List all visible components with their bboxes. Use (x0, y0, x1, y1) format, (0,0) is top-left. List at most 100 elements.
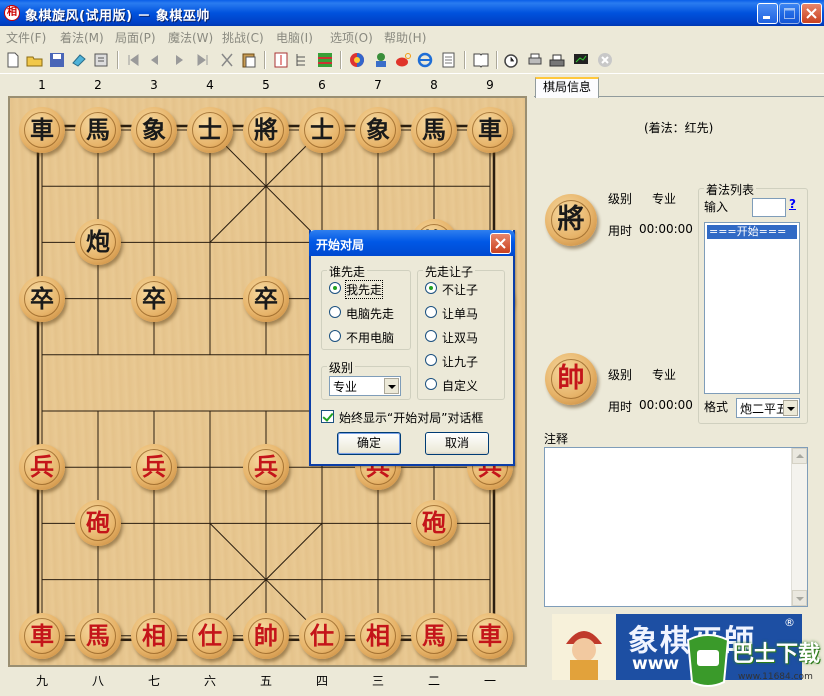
level-select[interactable]: 专业 (329, 376, 401, 396)
black-piece[interactable]: 炮 (75, 219, 121, 266)
cancel-button[interactable]: 取消 (425, 432, 489, 455)
red-piece[interactable]: 兵 (131, 444, 177, 491)
black-piece[interactable]: 士 (187, 107, 233, 153)
black-piece[interactable]: 卒 (243, 275, 289, 322)
format-select[interactable]: 炮二平五 (736, 398, 800, 418)
column-label-top: 3 (150, 78, 158, 92)
black-piece[interactable]: 卒 (131, 275, 177, 322)
help-link[interactable]: ? (789, 197, 796, 211)
red-piece[interactable]: 車 (19, 612, 65, 659)
menu-help[interactable]: 帮助(H) (384, 29, 426, 46)
maximize-button[interactable] (779, 3, 800, 24)
cut-icon[interactable] (218, 51, 236, 69)
save-icon[interactable] (48, 51, 66, 69)
chevron-down-icon[interactable] (384, 378, 399, 394)
who-first-radio[interactable] (329, 330, 341, 342)
menu-options[interactable]: 选项(O) (330, 29, 373, 46)
app-icon[interactable]: 相 (4, 5, 20, 21)
handicap-radio[interactable] (425, 306, 437, 318)
scroll-down-icon[interactable] (792, 590, 807, 606)
prev-move-icon[interactable] (146, 51, 164, 69)
red-piece[interactable]: 帥 (243, 612, 289, 659)
flip-icon[interactable] (272, 51, 290, 69)
handicap-radio[interactable] (425, 330, 437, 342)
handicap-option-label[interactable]: 让九子 (442, 353, 478, 370)
stop-icon[interactable] (596, 51, 614, 69)
menu-magic[interactable]: 魔法(W) (168, 29, 213, 46)
who-first-option-label[interactable]: 电脑先走 (346, 305, 394, 322)
red-piece[interactable]: 兵 (243, 444, 289, 491)
ie-icon[interactable] (416, 51, 434, 69)
who-first-radio[interactable] (329, 306, 341, 318)
handicap-option-label[interactable]: 自定义 (442, 377, 478, 394)
move-input[interactable] (752, 198, 786, 217)
who-first-radio[interactable] (329, 282, 341, 294)
close-button[interactable] (801, 3, 822, 24)
black-piece[interactable]: 馬 (411, 107, 457, 153)
menu-position[interactable]: 局面(P) (115, 29, 156, 46)
menu-moves[interactable]: 着法(M) (60, 29, 104, 46)
menu-challenge[interactable]: 挑战(C) (222, 29, 264, 46)
color-icon[interactable] (348, 51, 366, 69)
always-show-checkbox[interactable] (321, 410, 334, 423)
handicap-option-label[interactable]: 让双马 (442, 329, 478, 346)
black-piece[interactable]: 象 (355, 107, 401, 153)
move-list[interactable]: ===开始=== (704, 222, 800, 394)
red-piece[interactable]: 仕 (187, 612, 233, 659)
notes-icon[interactable] (440, 51, 458, 69)
printer-icon[interactable] (526, 51, 544, 69)
handicap-option-label[interactable]: 不让子 (442, 281, 478, 298)
tree-icon[interactable] (294, 51, 312, 69)
open-icon[interactable] (26, 51, 44, 69)
weibo-icon[interactable] (394, 51, 412, 69)
dialog-close-button[interactable] (490, 233, 511, 254)
clock-icon[interactable] (502, 51, 520, 69)
erase-icon[interactable] (70, 51, 88, 69)
who-first-option-label[interactable]: 我先走 (344, 280, 384, 299)
notes-scrollbar[interactable] (791, 448, 807, 606)
notes-textarea[interactable] (544, 447, 808, 607)
first-move-icon[interactable] (124, 51, 142, 69)
handicap-radio[interactable] (425, 378, 437, 390)
last-move-icon[interactable] (194, 51, 212, 69)
black-piece[interactable]: 士 (299, 107, 345, 153)
list-item[interactable]: ===开始=== (707, 225, 797, 239)
grid-icon[interactable] (316, 51, 334, 69)
minimize-button[interactable] (757, 3, 778, 24)
screen-icon[interactable] (572, 51, 590, 69)
handicap-radio[interactable] (425, 354, 437, 366)
book-icon[interactable] (472, 51, 490, 69)
toolbar-separator (340, 51, 342, 69)
scroll-up-icon[interactable] (792, 448, 807, 464)
black-piece[interactable]: 車 (19, 107, 65, 153)
red-piece[interactable]: 砲 (75, 500, 121, 547)
print-icon[interactable] (92, 51, 110, 69)
handicap-radio[interactable] (425, 282, 437, 294)
person-icon[interactable] (372, 51, 390, 69)
ok-button[interactable]: 确定 (337, 432, 401, 455)
paste-icon[interactable] (240, 51, 258, 69)
new-icon[interactable] (4, 51, 22, 69)
who-first-option-label[interactable]: 不用电脑 (346, 329, 394, 346)
menu-file[interactable]: 文件(F) (6, 29, 46, 46)
black-piece[interactable]: 將 (243, 107, 289, 153)
tab-game-info[interactable]: 棋局信息 (535, 77, 599, 98)
black-piece[interactable]: 車 (467, 107, 513, 153)
red-piece[interactable]: 車 (467, 612, 513, 659)
red-piece[interactable]: 馬 (75, 612, 121, 659)
chevron-down-icon[interactable] (783, 400, 798, 416)
red-piece[interactable]: 砲 (411, 500, 457, 547)
red-piece[interactable]: 相 (355, 612, 401, 659)
tray-icon[interactable] (548, 51, 566, 69)
red-piece[interactable]: 馬 (411, 612, 457, 659)
black-piece[interactable]: 卒 (19, 275, 65, 322)
red-piece[interactable]: 兵 (19, 444, 65, 491)
black-piece[interactable]: 象 (131, 107, 177, 153)
always-show-label[interactable]: 始终显示“开始对局”对话框 (339, 409, 483, 426)
handicap-option-label[interactable]: 让单马 (442, 305, 478, 322)
black-piece[interactable]: 馬 (75, 107, 121, 153)
red-piece[interactable]: 仕 (299, 612, 345, 659)
red-piece[interactable]: 相 (131, 612, 177, 659)
next-move-icon[interactable] (170, 51, 188, 69)
menu-computer[interactable]: 电脑(I) (276, 29, 313, 46)
